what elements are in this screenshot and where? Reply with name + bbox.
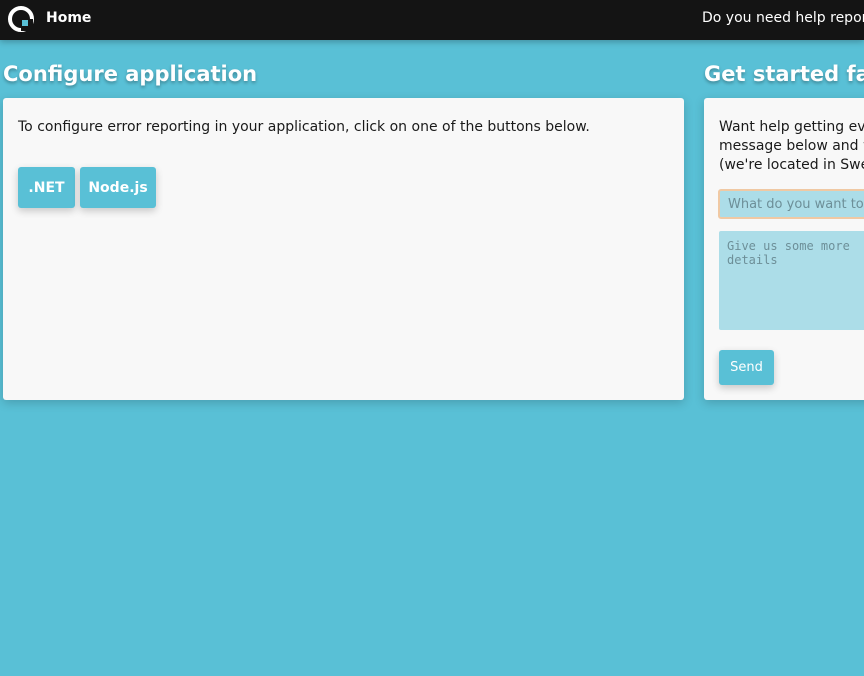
get-started-description-line: Want help getting every: [719, 119, 864, 135]
nodejs-button[interactable]: Node.js: [80, 167, 156, 208]
details-textarea[interactable]: [719, 231, 864, 330]
nav-help-link[interactable]: Do you need help reporting: [702, 10, 864, 26]
get-started-panel: Want help getting every message below an…: [704, 98, 864, 400]
top-navbar: Home Do you need help reporting: [0, 0, 864, 40]
configure-section-title: Configure application: [3, 62, 258, 86]
get-started-description-line: (we're located in Swe: [719, 157, 864, 173]
send-button[interactable]: Send: [719, 350, 774, 385]
get-started-description: Want help getting every message below an…: [719, 118, 864, 175]
nav-home-link[interactable]: Home: [46, 10, 91, 26]
subject-input[interactable]: [718, 189, 864, 219]
configure-description: To configure error reporting in your app…: [18, 119, 590, 135]
app-logo-icon[interactable]: [8, 6, 34, 32]
dotnet-button[interactable]: .NET: [18, 167, 75, 208]
get-started-section-title: Get started fast: [704, 62, 864, 86]
get-started-description-line: message below and w: [719, 138, 864, 154]
configure-panel: To configure error reporting in your app…: [3, 98, 684, 400]
